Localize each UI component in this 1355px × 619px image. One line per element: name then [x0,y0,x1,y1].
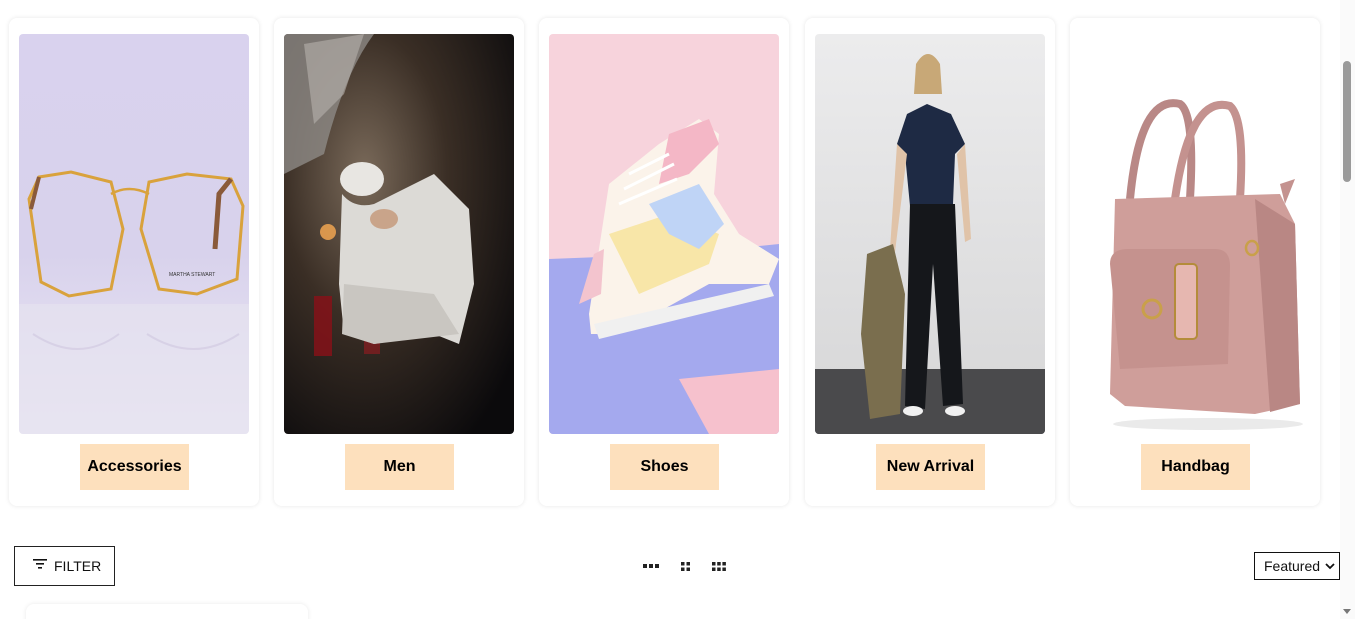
category-card-handbag[interactable]: Handbag [1070,18,1320,506]
scrollbar-thumb[interactable] [1343,61,1351,182]
chevron-down-icon [1325,563,1335,570]
category-row: MARTHA STEWART Accessories Men Shoes New… [9,18,1321,506]
list-view-button[interactable] [640,556,662,576]
accessories-image[interactable]: MARTHA STEWART [19,34,249,434]
category-label[interactable]: Men [345,444,454,490]
category-label[interactable]: Shoes [610,444,719,490]
svg-text:MARTHA STEWART: MARTHA STEWART [169,272,215,278]
grid-3-icon [712,561,726,571]
scrollbar[interactable] [1340,0,1355,619]
filter-label: FILTER [54,558,102,574]
scroll-down-arrow[interactable] [1343,609,1351,614]
product-card[interactable] [26,604,308,619]
sort-selected-value: Featured [1264,558,1321,574]
category-label[interactable]: New Arrival [876,444,985,490]
grid-2-view-button[interactable] [674,556,696,576]
category-card-shoes[interactable]: Shoes [539,18,789,506]
grid-3-view-button[interactable] [708,556,730,576]
filter-icon [33,559,47,569]
filter-button[interactable]: FILTER [14,546,115,586]
view-switcher [640,556,742,576]
shoes-image[interactable] [549,34,779,434]
grid-2-icon [680,561,690,571]
handbag-image[interactable] [1080,34,1310,434]
category-card-new-arrival[interactable]: New Arrival [805,18,1055,506]
men-image[interactable] [284,34,514,434]
sort-select[interactable]: Featured [1254,552,1340,580]
category-label[interactable]: Handbag [1141,444,1250,490]
new-arrival-image[interactable] [815,34,1045,434]
category-label[interactable]: Accessories [80,444,189,490]
list-view-icon [643,564,659,568]
category-card-men[interactable]: Men [274,18,524,506]
category-card-accessories[interactable]: MARTHA STEWART Accessories [9,18,259,506]
page: MARTHA STEWART Accessories Men Shoes New… [0,0,1355,619]
